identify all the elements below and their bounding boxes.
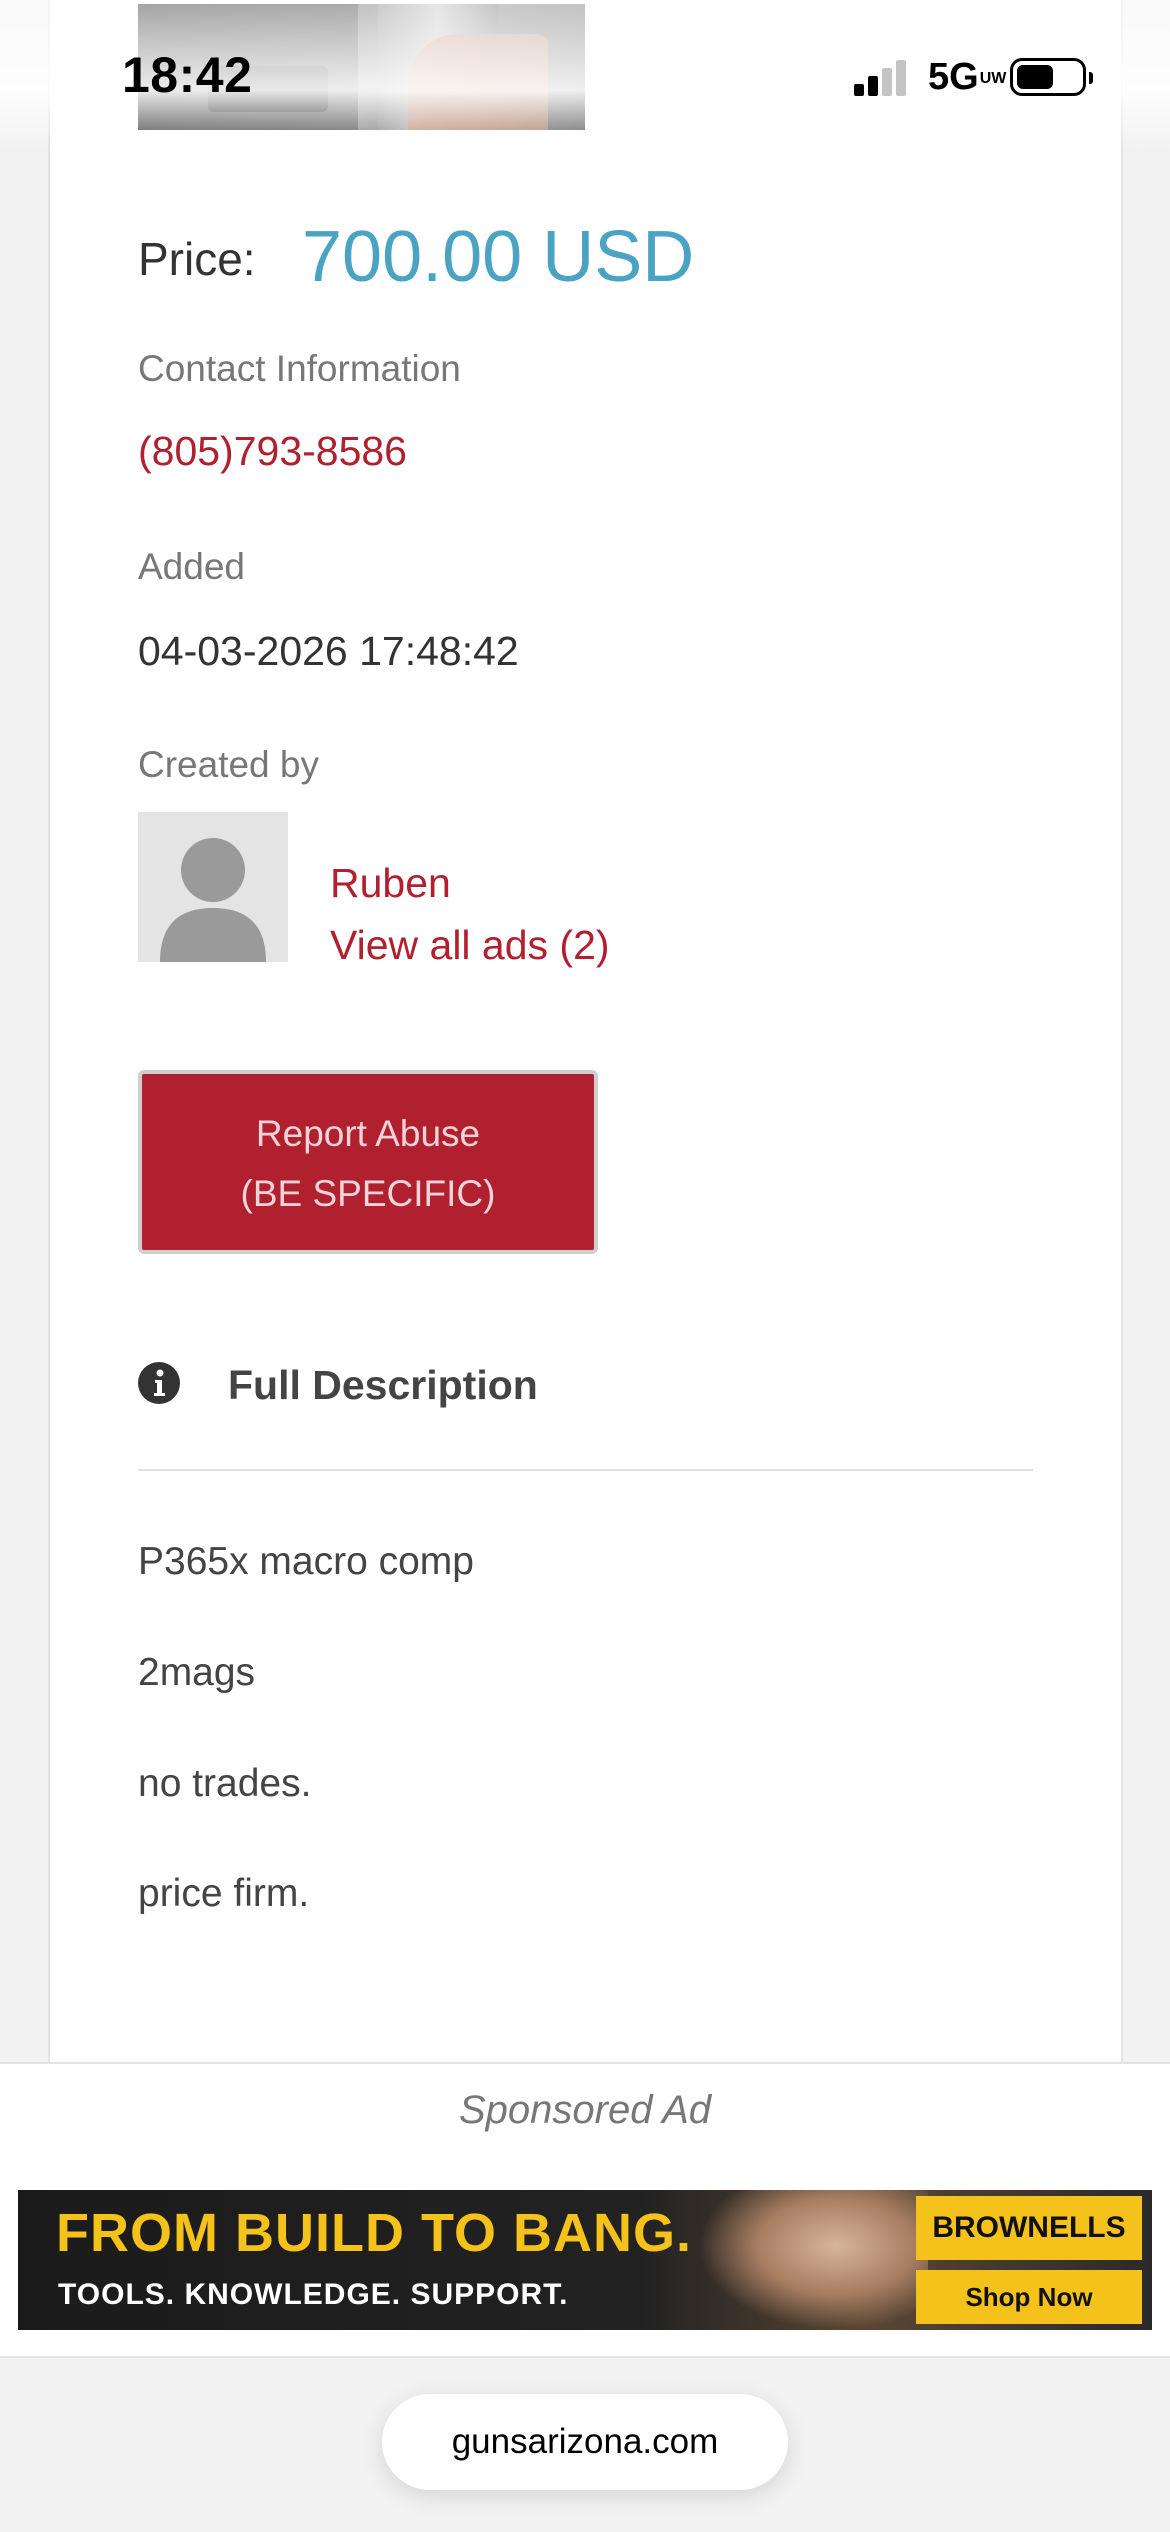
- info-icon: [138, 1362, 180, 1404]
- shop-now-button[interactable]: Shop Now: [916, 2270, 1142, 2324]
- added-label: Added: [138, 546, 245, 587]
- ad-brand-logo: BROWNELLS: [916, 2196, 1142, 2260]
- ad-banner[interactable]: FROM BUILD TO BANG. TOOLS. KNOWLEDGE. SU…: [18, 2190, 1152, 2330]
- description-line: 2mags: [138, 1651, 256, 1694]
- price-value: 700.00 USD: [302, 217, 695, 297]
- network-indicator: 5GUW: [928, 56, 1007, 98]
- view-all-ads-link[interactable]: View all ads (2): [330, 922, 610, 969]
- report-button-line2: (BE SPECIFIC): [240, 1173, 496, 1214]
- contact-label: Contact Information: [138, 348, 461, 389]
- description-title: Full Description: [228, 1362, 538, 1408]
- price-label: Price:: [138, 233, 256, 285]
- ad-image: [698, 2190, 928, 2330]
- description-line: no trades.: [138, 1762, 312, 1805]
- author-name-link[interactable]: Ruben: [330, 860, 451, 907]
- report-button-line1: Report Abuse: [255, 1113, 481, 1154]
- divider: [138, 1469, 1033, 1471]
- sponsored-label: Sponsored Ad: [458, 2088, 712, 2132]
- user-silhouette-icon: [160, 838, 266, 962]
- added-date: 04-03-2026 17:48:42: [138, 628, 519, 674]
- signal-icon: [854, 60, 914, 96]
- avatar: [138, 812, 288, 962]
- ad-headline: FROM BUILD TO BANG.: [56, 2203, 692, 2263]
- created-by-label: Created by: [138, 744, 319, 785]
- ad-subline: TOOLS. KNOWLEDGE. SUPPORT.: [58, 2278, 569, 2311]
- description-line: P365x macro comp: [138, 1540, 474, 1583]
- phone-link[interactable]: (805)793-8586: [138, 428, 407, 475]
- report-abuse-button[interactable]: Report Abuse (BE SPECIFIC): [138, 1070, 598, 1254]
- status-time: 18:42: [122, 47, 253, 103]
- page: 18:42 5GUW Price: 700.00 USD Contact Inf…: [0, 0, 1170, 2532]
- sponsored-ad-section: Sponsored Ad FROM BUILD TO BANG. TOOLS. …: [0, 2062, 1170, 2358]
- browser-url-bar[interactable]: gunsarizona.com: [382, 2394, 788, 2490]
- battery-icon: [1010, 58, 1093, 96]
- description-line: price firm.: [138, 1872, 310, 1915]
- listing-card: [48, 0, 1123, 2062]
- status-bar: 18:42 5GUW: [0, 0, 1170, 150]
